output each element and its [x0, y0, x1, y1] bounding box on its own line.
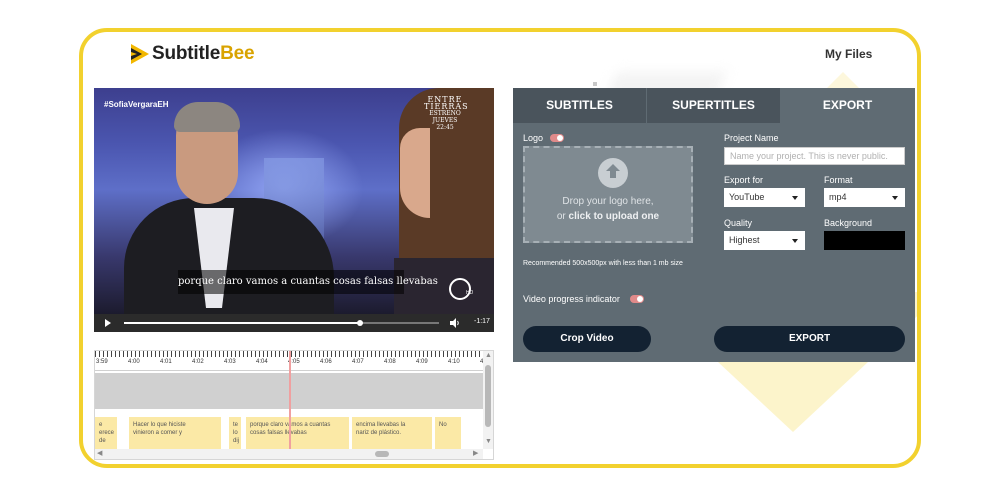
crop-video-button[interactable]: Crop Video — [523, 326, 651, 352]
play-icon[interactable] — [105, 319, 111, 327]
scroll-right-icon[interactable]: ▶ — [473, 449, 478, 459]
seek-handle[interactable] — [357, 320, 364, 326]
settings-panel: SUBTITLES SUPERTITLES EXPORT Logo Drop y… — [513, 88, 915, 362]
chevron-down-icon — [792, 239, 798, 243]
logo-recommendation: Recommended 500x500px with less than 1 m… — [523, 260, 683, 267]
upload-link[interactable]: click to upload one — [569, 211, 660, 222]
project-name-input[interactable]: Name your project. This is never public. — [724, 147, 905, 165]
timeline-tick-label: 4:02 — [191, 359, 205, 365]
export-for-select[interactable]: YouTube — [724, 188, 805, 207]
my-files-link[interactable]: My Files — [825, 47, 872, 61]
timeline-tick-label: 4:10 — [447, 359, 461, 365]
timeline-tick-label: 4:06 — [319, 359, 333, 365]
brand-name: SubtitleBee — [152, 43, 255, 64]
bee-logo-icon — [131, 44, 149, 64]
video-controls: -1:17 — [94, 314, 494, 332]
channel-logo-icon — [449, 278, 471, 300]
logo-label: Logo — [523, 133, 544, 143]
caption-block[interactable]: No — [435, 417, 461, 449]
quality-label: Quality — [724, 218, 753, 228]
seek-bar[interactable] — [124, 320, 439, 326]
burned-subtitle: porque claro vamos a cuantas cosas falsa… — [178, 270, 438, 294]
volume-icon[interactable] — [450, 318, 460, 328]
background-color-swatch[interactable] — [824, 231, 905, 250]
tab-export[interactable]: EXPORT — [781, 88, 915, 123]
scroll-down-icon[interactable]: ▼ — [485, 437, 492, 447]
timeline-tick-label: 3:59 — [95, 359, 109, 365]
caption-block[interactable]: porque claro vamos a cuantas cosas falsa… — [246, 417, 349, 449]
timeline-tick-label: 4:03 — [223, 359, 237, 365]
quality-select[interactable]: Highest — [724, 231, 805, 250]
video-player[interactable]: #SofiaVergaraEH ENTRE TIERRAS ESTRENO JU… — [94, 88, 494, 332]
export-for-label: Export for — [724, 175, 764, 185]
timeline-editor[interactable]: 3:59 4:00 4:01 4:02 4:03 4:04 4:05 4:06 4:07 4:08… — [94, 350, 494, 460]
caption-block[interactable]: Hacer lo que hiciste vinieron a comer y — [129, 417, 221, 449]
playhead[interactable] — [289, 351, 291, 449]
timeline-tick-label: 4:08 — [383, 359, 397, 365]
show-badge: ENTRE TIERRAS ESTRENO JUEVES 22:45 — [424, 95, 469, 132]
project-name-label: Project Name — [724, 133, 779, 143]
caption-block[interactable]: encima llevabas la nariz de plástico. — [352, 417, 432, 449]
timeline-tick-label: 4:04 — [255, 359, 269, 365]
upload-icon — [598, 158, 628, 188]
tab-subtitles[interactable]: SUBTITLES — [513, 88, 647, 123]
vertical-scrollbar[interactable]: ▲ ▼ — [483, 351, 493, 449]
time-remaining: -1:17 — [474, 318, 490, 325]
video-hashtag: #SofiaVergaraEH — [104, 100, 169, 109]
scroll-left-icon[interactable]: ◀ — [97, 449, 102, 459]
export-button[interactable]: EXPORT — [714, 326, 905, 352]
horizontal-scrollbar[interactable]: ◀ ▶ — [95, 449, 483, 459]
dropzone-text: Drop your logo here, or click to upload … — [556, 196, 660, 222]
logo-dropzone[interactable]: Drop your logo here, or click to upload … — [523, 146, 693, 243]
timeline-tick-label: 4:09 — [415, 359, 429, 365]
scroll-up-icon[interactable]: ▲ — [485, 351, 492, 361]
chevron-down-icon — [792, 196, 798, 200]
format-label: Format — [824, 175, 853, 185]
chevron-down-icon — [892, 196, 898, 200]
logo-toggle[interactable] — [550, 134, 564, 142]
progress-indicator-label: Video progress indicator — [523, 294, 620, 304]
caption-block[interactable]: e erece de — [95, 417, 117, 449]
timeline-tick-label: 4:00 — [127, 359, 141, 365]
hd-label: HD — [466, 290, 474, 296]
divider-dot — [593, 82, 597, 86]
progress-indicator-toggle[interactable] — [630, 295, 644, 303]
format-select[interactable]: mp4 — [824, 188, 905, 207]
background-label: Background — [824, 218, 873, 228]
timeline-tick-label: 4:07 — [351, 359, 365, 365]
timeline-tick-label: 4:01 — [159, 359, 173, 365]
caption-block[interactable]: te lo dij — [229, 417, 241, 449]
panel-tabs: SUBTITLES SUPERTITLES EXPORT — [513, 88, 915, 123]
tab-supertitles[interactable]: SUPERTITLES — [647, 88, 781, 123]
video-frame: #SofiaVergaraEH ENTRE TIERRAS ESTRENO JU… — [94, 88, 494, 332]
logo[interactable]: SubtitleBee — [131, 43, 255, 65]
